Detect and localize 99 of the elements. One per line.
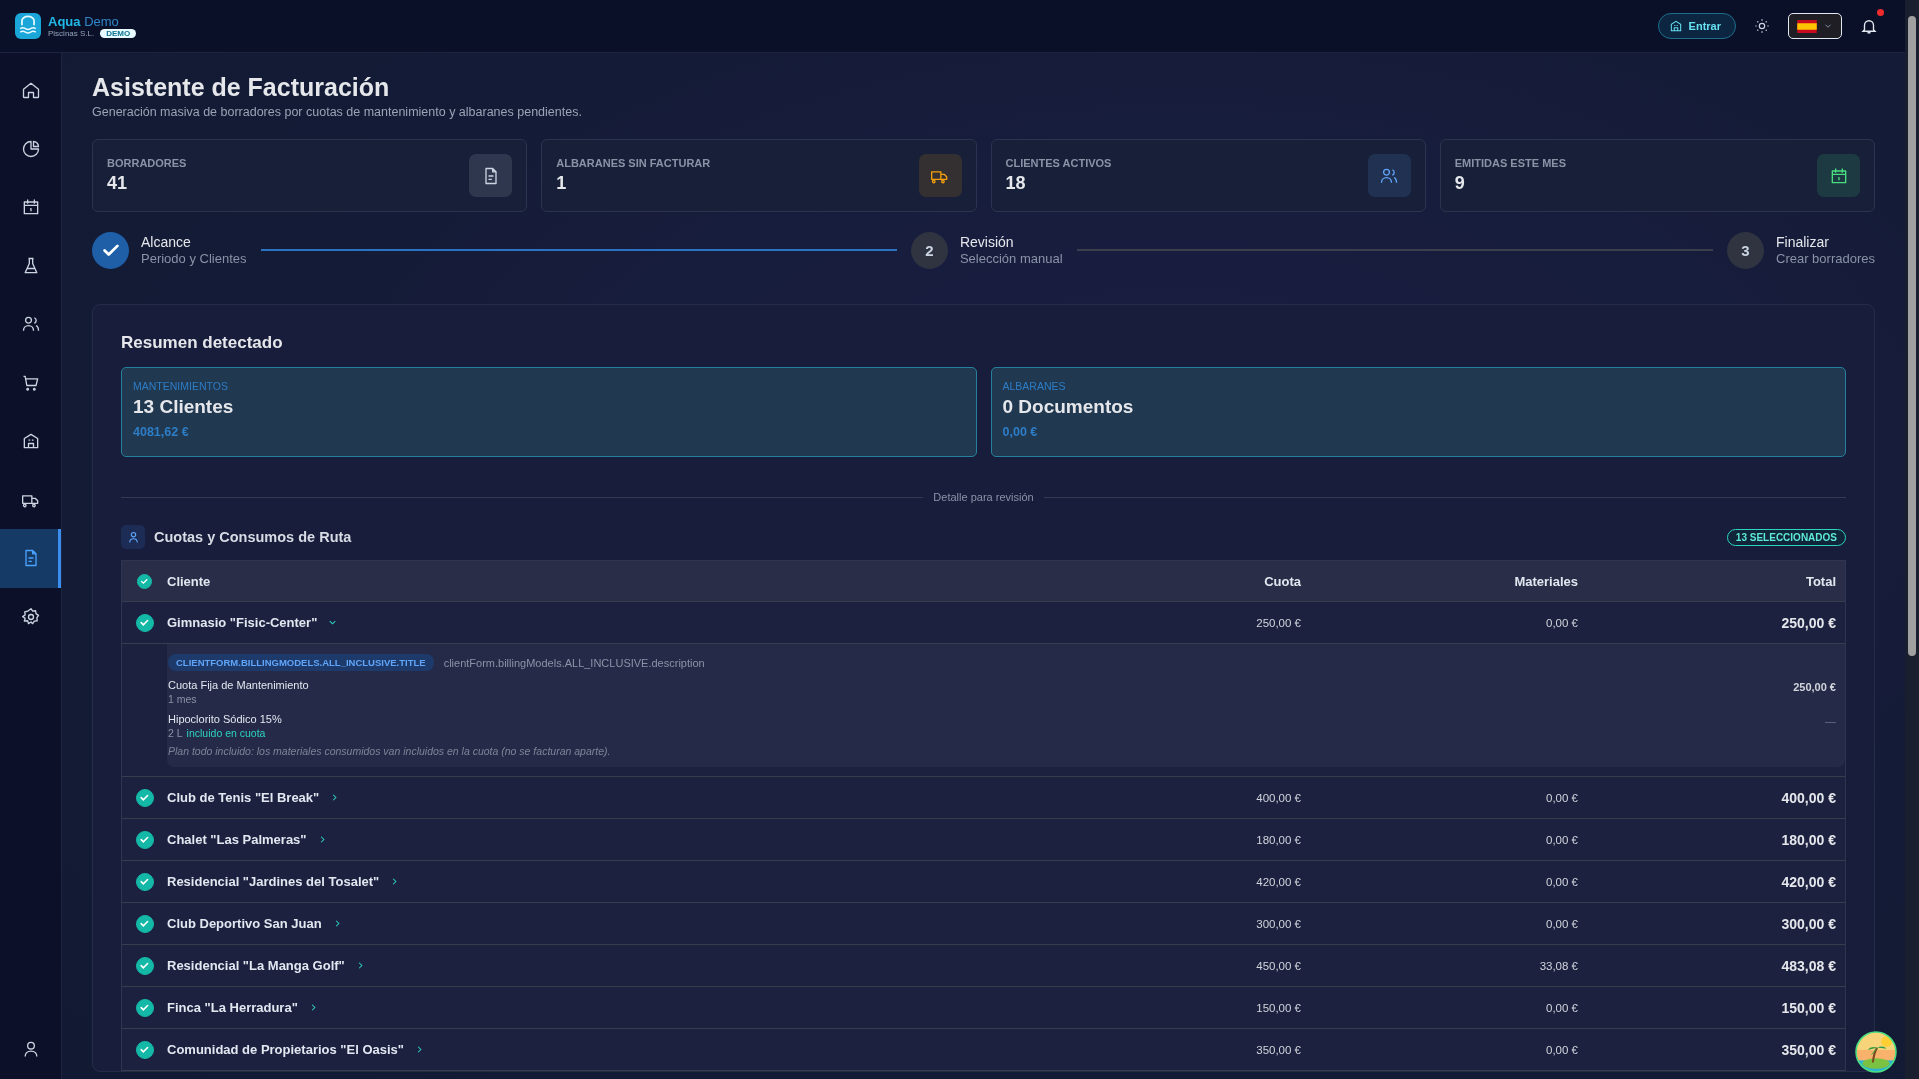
step-subtitle: Periodo y Clientes bbox=[141, 251, 247, 266]
table-cell-text: 0,00 € bbox=[1545, 833, 1578, 846]
line-item-amount: — bbox=[1825, 714, 1836, 727]
included-label: incluido en cuota bbox=[186, 727, 266, 739]
step-number: 2 bbox=[925, 241, 934, 259]
page-title: Asistente de Facturación bbox=[92, 72, 391, 103]
table-cell-text: 300,00 € bbox=[1255, 917, 1301, 930]
client-name: Gimnasio "Fisic-Center" bbox=[167, 615, 318, 630]
row-checkbox[interactable] bbox=[135, 830, 154, 849]
table-cell-text: 180,00 € bbox=[1255, 833, 1301, 846]
client-name: Chalet "Las Palmeras" bbox=[167, 832, 307, 847]
summary-amount: 4081,62 € bbox=[133, 425, 190, 439]
summary-label: ALBARANES bbox=[1002, 380, 1067, 392]
brand-name: Aqua Demo bbox=[48, 14, 120, 29]
client-name: Finca "La Herradura" bbox=[167, 1000, 298, 1015]
divider-label: Detalle para revisión bbox=[933, 491, 1034, 503]
row-checkbox[interactable] bbox=[135, 914, 154, 933]
table-cell-text: 0,00 € bbox=[1545, 616, 1578, 629]
scrollbar[interactable] bbox=[1905, 0, 1919, 1079]
stat-value: 9 bbox=[1454, 173, 1466, 194]
client-name: Comunidad de Propietarios "El Oasis" bbox=[167, 1042, 404, 1057]
home-icon bbox=[20, 80, 41, 101]
client-name: Club de Tenis "El Break" bbox=[167, 790, 320, 805]
table-cell-text: 400,00 € bbox=[1780, 789, 1836, 806]
table-cell-text: 150,00 € bbox=[1780, 999, 1836, 1016]
company-name: Piscinas S.L. bbox=[48, 28, 95, 38]
summary-label: MANTENIMIENTOS bbox=[133, 380, 229, 392]
sidebar-item[interactable] bbox=[0, 529, 61, 588]
row-checkbox[interactable] bbox=[135, 613, 154, 632]
logo-icon bbox=[15, 13, 41, 39]
summary-count: 13 Clientes bbox=[133, 396, 235, 418]
client-name: Club Deportivo San Juan bbox=[167, 916, 322, 931]
stat-label: CLIENTES ACTIVOS bbox=[1005, 157, 1112, 169]
table-cell-text: 450,00 € bbox=[1255, 959, 1301, 972]
theme-toggle-icon[interactable] bbox=[1754, 18, 1770, 34]
row-checkbox[interactable] bbox=[135, 872, 154, 891]
settings-icon bbox=[20, 606, 41, 627]
step-title: Alcance bbox=[141, 234, 192, 250]
step-subtitle: Selección manual bbox=[959, 251, 1063, 266]
table-cell-text: 420,00 € bbox=[1780, 873, 1836, 890]
table-cell-text: 180,00 € bbox=[1780, 831, 1836, 848]
language-selector[interactable] bbox=[1788, 13, 1842, 39]
line-item-amount: 250,00 € bbox=[1793, 680, 1836, 693]
row-checkbox[interactable] bbox=[135, 788, 154, 807]
line-item-quantity: 1 mes bbox=[168, 693, 197, 705]
stat-label: ALBARANES SIN FACTURAR bbox=[556, 157, 711, 169]
notification-bell-icon[interactable] bbox=[1860, 17, 1878, 35]
line-item-quantity: 2 L bbox=[168, 727, 183, 739]
table-cell-text: 33,08 € bbox=[1538, 959, 1578, 972]
step-title: Finalizar bbox=[1776, 234, 1830, 250]
plan-note: Plan todo incluido: los materiales consumidos van incluidos en la cuota (no se facturan aparte). bbox=[168, 745, 612, 757]
row-checkbox[interactable] bbox=[135, 998, 154, 1017]
login-button[interactable]: Entrar bbox=[1657, 13, 1736, 39]
stat-label: BORRADORES bbox=[107, 157, 187, 169]
table-cell-text: 150,00 € bbox=[1255, 1001, 1301, 1014]
table-cell-text: 483,08 € bbox=[1780, 957, 1836, 974]
table-cell-text: 0,00 € bbox=[1545, 1001, 1578, 1014]
flag-icon bbox=[1797, 19, 1817, 33]
column-header: Cliente bbox=[167, 573, 212, 589]
step-subtitle: Crear borradores bbox=[1776, 251, 1875, 266]
page-subtitle: Generación masiva de borradores por cuotas de mantenimiento y albaranes pendientes. bbox=[92, 105, 583, 119]
table-cell-text: 400,00 € bbox=[1255, 791, 1301, 804]
line-item-name: Cuota Fija de Mantenimiento bbox=[168, 679, 309, 691]
summary-count: 0 Documentos bbox=[1002, 396, 1135, 418]
step-number: 3 bbox=[1741, 241, 1750, 259]
billing-model-description: clientForm.billingModels.ALL_INCLUSIVE.description bbox=[443, 656, 705, 669]
table-cell-text: 250,00 € bbox=[1255, 616, 1301, 629]
column-header: Cuota bbox=[1263, 573, 1301, 589]
column-header: Materiales bbox=[1513, 573, 1578, 589]
building-icon bbox=[1668, 19, 1683, 33]
table-cell-text: 420,00 € bbox=[1255, 875, 1301, 888]
table-cell-text: 350,00 € bbox=[1780, 1041, 1836, 1058]
row-checkbox[interactable] bbox=[135, 1040, 154, 1059]
selected-count-badge: 13 SELECCIONADOS bbox=[1726, 528, 1846, 546]
table-cell-text: 250,00 € bbox=[1780, 614, 1836, 631]
row-checkbox[interactable] bbox=[135, 956, 154, 975]
users-icon bbox=[121, 525, 145, 549]
line-item-name: Hipoclorito Sódico 15% bbox=[168, 713, 282, 725]
table-cell-text: 350,00 € bbox=[1255, 1043, 1301, 1056]
client-name: Residencial "La Manga Golf" bbox=[167, 958, 345, 973]
table-cell-text: 0,00 € bbox=[1545, 875, 1578, 888]
demo-badge: DEMO bbox=[100, 28, 137, 38]
stat-value: 18 bbox=[1005, 173, 1027, 194]
step-title: Revisión bbox=[959, 234, 1015, 250]
column-header: Total bbox=[1804, 573, 1836, 589]
billing-model-tag: CLIENTFORM.BILLINGMODELS.ALL_INCLUSIVE.TITLE bbox=[168, 654, 434, 671]
section-title: Resumen detectado bbox=[121, 333, 284, 353]
select-all-checkbox[interactable] bbox=[137, 573, 152, 589]
table-cell-text: 0,00 € bbox=[1545, 1043, 1578, 1056]
table-cell-text: 0,00 € bbox=[1545, 791, 1578, 804]
stat-value: 1 bbox=[556, 173, 568, 194]
stat-label: EMITIDAS ESTE MES bbox=[1454, 157, 1566, 169]
section-title: Cuotas y Consumos de Ruta bbox=[154, 529, 352, 545]
stat-value: 41 bbox=[107, 173, 129, 194]
summary-amount: 0,00 € bbox=[1002, 425, 1039, 439]
table-cell-text: 0,00 € bbox=[1545, 917, 1578, 930]
client-name: Residencial "Jardines del Tosalet" bbox=[167, 874, 380, 889]
table-cell-text: 300,00 € bbox=[1780, 915, 1836, 932]
pie-chart-icon bbox=[20, 138, 41, 159]
